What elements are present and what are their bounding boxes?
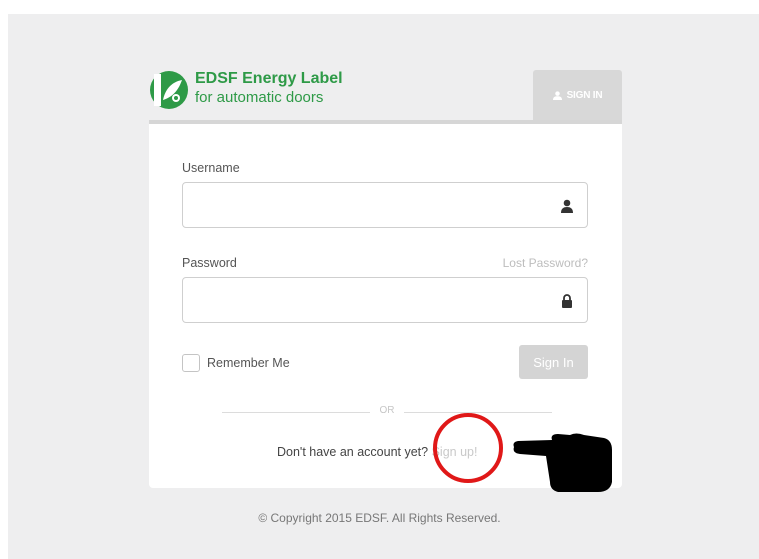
remember-me-label: Remember Me — [207, 356, 290, 370]
password-input[interactable] — [183, 278, 587, 322]
brand-subtitle: for automatic doors — [195, 89, 324, 106]
sign-in-button[interactable]: Sign In — [519, 345, 588, 379]
signup-prompt-row: Don't have an account yet? Sign up! — [277, 445, 477, 459]
username-field-wrapper — [182, 182, 588, 228]
tab-sign-in-label: SIGN IN — [566, 89, 603, 101]
password-field-wrapper — [182, 277, 588, 323]
divider-line — [404, 412, 552, 413]
lost-password-link[interactable]: Lost Password? — [503, 256, 588, 270]
or-text: OR — [379, 405, 395, 416]
login-card: Username Password Lost Password? Remembe… — [149, 120, 622, 488]
username-input[interactable] — [183, 183, 587, 227]
or-divider: OR — [222, 405, 552, 419]
edsf-logo-icon — [150, 71, 188, 109]
password-label: Password — [182, 256, 237, 270]
user-icon — [552, 90, 562, 100]
brand-title: EDSF Energy Label — [195, 70, 343, 87]
remember-me[interactable]: Remember Me — [182, 354, 290, 372]
login-header: EDSF Energy Label for automatic doors SI… — [149, 70, 622, 120]
username-label: Username — [182, 161, 240, 175]
user-icon — [561, 199, 573, 213]
tab-sign-in[interactable]: SIGN IN — [533, 70, 622, 120]
lock-icon — [562, 294, 572, 308]
copyright-footer: © Copyright 2015 EDSF. All Rights Reserv… — [258, 511, 501, 525]
remember-me-checkbox[interactable] — [182, 354, 200, 372]
signup-prompt: Don't have an account yet? — [277, 445, 429, 459]
sign-up-link[interactable]: Sign up! — [432, 445, 478, 459]
